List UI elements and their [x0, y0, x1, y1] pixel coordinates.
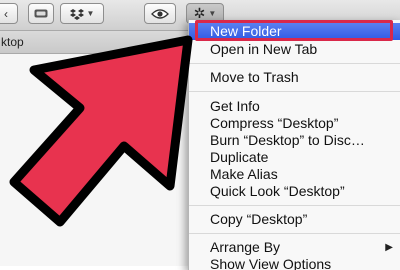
chevron-down-icon: ▼ — [208, 9, 217, 18]
menu-separator — [189, 91, 400, 92]
menu-item-label: Duplicate — [210, 149, 269, 165]
submenu-arrow-icon: ▶ — [385, 242, 393, 253]
menu-item-move-to-trash[interactable]: Move to Trash — [189, 69, 400, 86]
menu-item-make-alias[interactable]: Make Alias — [189, 166, 400, 183]
menu-item-duplicate[interactable]: Duplicate — [189, 149, 400, 166]
view-toggle-icon — [34, 9, 48, 18]
path-label: ktop — [1, 35, 24, 49]
back-forward-button[interactable]: ‹ — [0, 3, 18, 24]
dropbox-icon — [69, 8, 84, 20]
menu-item-show-view-options[interactable]: Show View Options — [189, 256, 400, 270]
menu-item-label: Get Info — [210, 98, 260, 114]
quick-look-button[interactable] — [144, 3, 176, 24]
menu-item-copy[interactable]: Copy “Desktop” — [189, 211, 400, 228]
menu-item-arrange-by[interactable]: Arrange By ▶ — [189, 239, 400, 256]
view-toggle-button[interactable] — [28, 3, 54, 24]
action-context-menu: New Folder Open in New Tab Move to Trash… — [188, 20, 400, 270]
menu-item-open-in-new-tab[interactable]: Open in New Tab — [189, 41, 400, 58]
menu-item-compress[interactable]: Compress “Desktop” — [189, 115, 400, 132]
menu-item-label: Copy “Desktop” — [210, 211, 308, 227]
menu-item-label: Compress “Desktop” — [210, 115, 339, 131]
menu-item-get-info[interactable]: Get Info — [189, 98, 400, 115]
finder-content-area — [0, 54, 190, 266]
chevron-down-icon: ▼ — [86, 9, 95, 18]
menu-separator — [189, 63, 400, 64]
menu-item-label: Burn “Desktop” to Disc… — [210, 132, 365, 148]
path-bar: ktop — [0, 31, 190, 54]
menu-separator — [189, 205, 400, 206]
menu-item-label: Arrange By — [210, 239, 281, 255]
annotation-highlight-box — [195, 20, 393, 41]
menu-item-label: Open in New Tab — [210, 41, 318, 57]
nav-arrow-icon: ‹ — [4, 6, 8, 21]
menu-item-burn-to-disc[interactable]: Burn “Desktop” to Disc… — [189, 132, 400, 149]
menu-separator — [189, 233, 400, 234]
menu-item-label: Make Alias — [210, 166, 278, 182]
menu-item-label: Move to Trash — [210, 69, 299, 85]
menu-item-quick-look[interactable]: Quick Look “Desktop” — [189, 183, 400, 200]
menu-item-label: Quick Look “Desktop” — [210, 183, 345, 199]
dropbox-button[interactable]: ▼ — [60, 3, 104, 24]
quick-look-eye-icon — [151, 8, 169, 19]
menu-item-label: Show View Options — [210, 256, 332, 270]
